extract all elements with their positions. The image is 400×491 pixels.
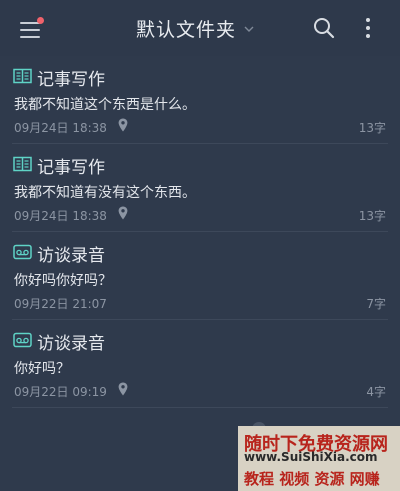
note-type-label: 记事写作	[37, 70, 105, 90]
watermark-line: 教程 视频 资源 网赚	[244, 470, 380, 488]
location-pin-icon	[118, 206, 128, 220]
note-date: 09月22日 09:19	[14, 385, 107, 399]
location-pin-icon	[118, 382, 128, 396]
top-bar: 默认文件夹	[0, 0, 400, 56]
list-item[interactable]: 访谈录音 你好吗你好吗？ 09月22日 21:07 7字	[12, 232, 388, 320]
note-date: 09月22日 21:07	[14, 297, 107, 311]
note-content: 我都不知道这个东西是什么。	[14, 97, 196, 113]
list-item[interactable]: 记事写作 我都不知道这个东西是什么。 09月24日 18:38 13字	[12, 56, 388, 144]
book-icon	[13, 156, 32, 172]
list-item[interactable]: 访谈录音 你好吗？ 09月22日 09:19 4字	[12, 320, 388, 408]
more-dot	[366, 34, 370, 38]
folder-name: 默认文件夹	[135, 18, 236, 41]
note-date: 09月24日 18:38	[14, 209, 107, 223]
note-type-label: 访谈录音	[37, 246, 105, 266]
note-content: 你好吗你好吗？	[14, 273, 112, 289]
more-dot	[366, 26, 370, 30]
location-pin-icon	[118, 118, 128, 132]
note-type-label: 记事写作	[37, 158, 105, 178]
watermark-line: www.SuiShiXia.com	[244, 450, 378, 464]
note-content: 我都不知道有没有这个东西。	[14, 185, 196, 201]
folder-selector[interactable]: 默认文件夹	[0, 0, 400, 56]
word-count: 13字	[358, 121, 386, 135]
more-vertical-icon[interactable]	[360, 15, 376, 41]
search-icon[interactable]	[313, 17, 335, 39]
voicemail-icon	[13, 332, 32, 348]
list-item[interactable]: 记事写作 我都不知道有没有这个东西。 09月24日 18:38 13字	[12, 144, 388, 232]
word-count: 4字	[366, 385, 386, 399]
voicemail-icon	[13, 244, 32, 260]
word-count: 13字	[358, 209, 386, 223]
watermark-logo: 随时下免费资源网 www.SuiShiXia.com 教程 视频 资源 网赚	[238, 426, 400, 491]
book-icon	[13, 68, 32, 84]
word-count: 7字	[366, 297, 386, 311]
more-dot	[366, 18, 370, 22]
note-date: 09月24日 18:38	[14, 121, 107, 135]
notes-app: 默认文件夹 记事写作 我都不知道这个东西是什么。 09月24日 18:38 13…	[0, 0, 400, 491]
note-list: 记事写作 我都不知道这个东西是什么。 09月24日 18:38 13字 记事写作	[0, 56, 400, 408]
note-type-label: 访谈录音	[37, 334, 105, 354]
note-content: 你好吗？	[14, 361, 70, 377]
chevron-down-icon	[244, 26, 254, 32]
